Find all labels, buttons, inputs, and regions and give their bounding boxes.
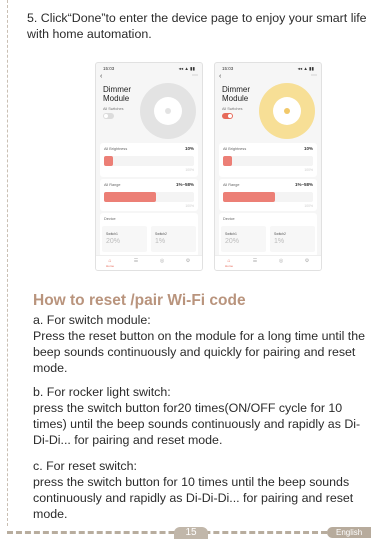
- phone-screenshot-on: 15:03 ◂◂ ▲ ▮▮ ‹ ⋯ Dimmer Module All Swit…: [214, 62, 322, 271]
- device-card: Device Switch1 20% Switch2 1%: [100, 213, 198, 257]
- range-max: 100%: [185, 204, 194, 208]
- switch2-tile[interactable]: Switch2 1%: [270, 226, 315, 252]
- range-fill: [104, 192, 157, 202]
- ring-center-dot: [284, 108, 290, 114]
- bottom-dashed-border: [7, 531, 327, 534]
- ring-center-dot: [165, 108, 171, 114]
- brightness-max: 100%: [185, 168, 194, 172]
- nav-home[interactable]: ⌂ Home: [219, 258, 239, 268]
- nav-home-label: Home: [224, 264, 233, 268]
- signal-battery-icon: ◂◂ ▲ ▮▮: [297, 66, 314, 71]
- switch2-value: 1%: [155, 238, 166, 245]
- device-label: Device: [223, 217, 235, 221]
- language-tab: English: [327, 527, 371, 538]
- nav-smart-icon[interactable]: ◎: [152, 258, 172, 264]
- nav-me-icon[interactable]: ⚙: [297, 258, 317, 264]
- nav-home[interactable]: ⌂ Home: [100, 258, 120, 268]
- all-switches-toggle[interactable]: [103, 113, 114, 119]
- range-slider[interactable]: [223, 192, 313, 202]
- range-max: 100%: [304, 204, 313, 208]
- switch2-tile[interactable]: Switch2 1%: [151, 226, 196, 252]
- switch2-name: Switch2: [155, 232, 167, 236]
- nav-scene-icon[interactable]: ☰: [126, 258, 146, 264]
- switch1-tile[interactable]: Switch1 20%: [102, 226, 147, 252]
- nav-scene-icon[interactable]: ☰: [245, 258, 265, 264]
- nav-me-icon[interactable]: ⚙: [178, 258, 198, 264]
- page-number: 15: [174, 527, 208, 539]
- status-bar: 15:03 ◂◂ ▲ ▮▮: [96, 66, 202, 72]
- brightness-value: 10%: [184, 146, 194, 151]
- brightness-label: All Brightness: [104, 147, 128, 151]
- all-switches-label: All Switches: [103, 107, 124, 111]
- brightness-value: 10%: [303, 146, 313, 151]
- all-switches-toggle[interactable]: [222, 113, 233, 119]
- switch1-value: 20%: [106, 238, 121, 245]
- switch1-name: Switch1: [225, 232, 237, 236]
- device-card: Device Switch1 20% Switch2 1%: [219, 213, 317, 257]
- range-value: 1%–58%: [294, 182, 313, 187]
- signal-battery-icon: ◂◂ ▲ ▮▮: [178, 66, 195, 71]
- range-fill: [223, 192, 276, 202]
- back-chevron-icon[interactable]: ‹: [100, 73, 102, 80]
- reset-switch-text: c. For reset switch: press the switch but…: [33, 459, 354, 521]
- bottom-nav: ⌂ Home ☰ ◎ ⚙: [96, 255, 202, 270]
- toggle-knob: [228, 114, 232, 118]
- nav-smart-icon[interactable]: ◎: [271, 258, 291, 264]
- range-label: All Range: [223, 183, 240, 187]
- switch1-value: 20%: [225, 238, 240, 245]
- back-chevron-icon[interactable]: ‹: [219, 73, 221, 80]
- status-time: 15:03: [103, 66, 115, 71]
- step-5-text: 5. Click“Done”to enter the device page t…: [27, 11, 367, 41]
- brightness-slider[interactable]: [223, 156, 313, 166]
- left-dashed-border: [7, 0, 8, 526]
- range-label: All Range: [104, 183, 121, 187]
- reset-rocker-switch-text: b. For rocker light switch: press the swi…: [33, 385, 361, 447]
- brightness-max: 100%: [304, 168, 313, 172]
- brightness-label: All Brightness: [223, 147, 247, 151]
- bottom-nav: ⌂ Home ☰ ◎ ⚙: [215, 255, 321, 270]
- more-icon[interactable]: ⋯: [311, 73, 317, 79]
- nav-home-label: Home: [105, 264, 114, 268]
- range-card: All Range 1%–58% 100%: [219, 179, 317, 211]
- all-switches-label: All Switches: [222, 107, 243, 111]
- range-value: 1%–58%: [175, 182, 194, 187]
- switch1-name: Switch1: [106, 232, 118, 236]
- device-title: Dimmer Module: [103, 85, 131, 103]
- switch2-value: 1%: [274, 238, 285, 245]
- device-title: Dimmer Module: [222, 85, 250, 103]
- brightness-card: All Brightness 10% 100%: [219, 143, 317, 177]
- brightness-card: All Brightness 10% 100%: [100, 143, 198, 177]
- more-icon[interactable]: ⋯: [192, 73, 198, 79]
- toggle-knob: [104, 114, 108, 118]
- reset-section-heading: How to reset /pair Wi-Fi code: [33, 292, 246, 309]
- brightness-fill: [104, 156, 113, 166]
- switch2-name: Switch2: [274, 232, 286, 236]
- brightness-ring[interactable]: [140, 83, 196, 139]
- switch1-tile[interactable]: Switch1 20%: [221, 226, 266, 252]
- status-bar: 15:03 ◂◂ ▲ ▮▮: [215, 66, 321, 72]
- brightness-ring[interactable]: [259, 83, 315, 139]
- brightness-fill: [223, 156, 232, 166]
- status-time: 15:03: [222, 66, 234, 71]
- brightness-slider[interactable]: [104, 156, 194, 166]
- range-slider[interactable]: [104, 192, 194, 202]
- device-label: Device: [104, 217, 116, 221]
- phone-screenshot-off: 15:03 ◂◂ ▲ ▮▮ ‹ ⋯ Dimmer Module All Swit…: [95, 62, 203, 271]
- reset-switch-module-text: a. For switch module: Press the reset but…: [33, 313, 365, 375]
- range-card: All Range 1%–58% 100%: [100, 179, 198, 211]
- app-screenshots: 15:03 ◂◂ ▲ ▮▮ ‹ ⋯ Dimmer Module All Swit…: [95, 62, 335, 272]
